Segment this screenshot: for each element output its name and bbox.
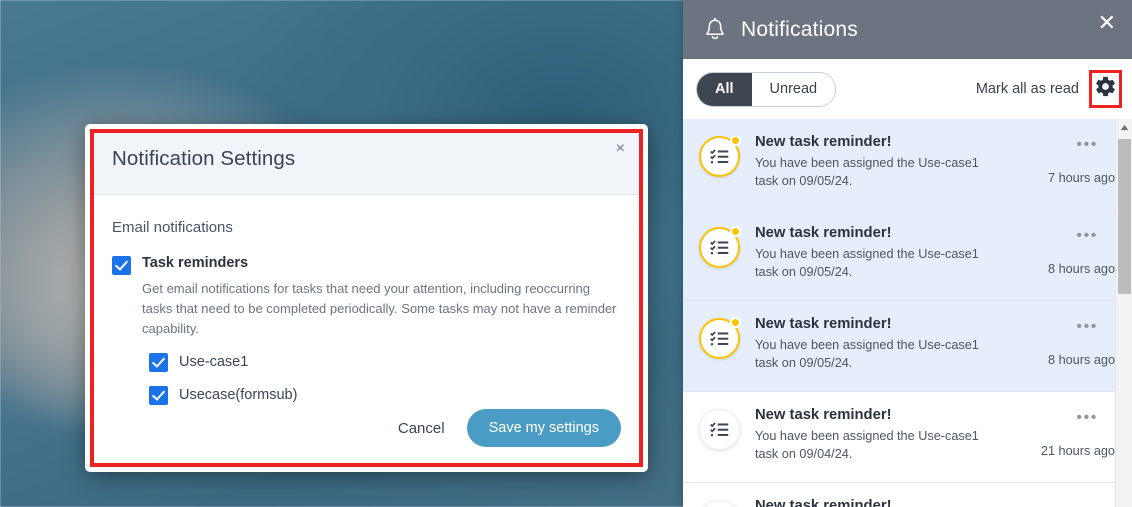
task-checklist-icon: [699, 226, 741, 268]
notification-menu-icon[interactable]: •••: [1076, 319, 1098, 335]
notification-timestamp: 7 hours ago: [1047, 171, 1115, 185]
notification-text: You have been assigned the Use-case1 tas…: [755, 338, 979, 370]
notification-title: New task reminder!: [755, 498, 892, 507]
use-case1-label: Use-case1: [179, 354, 249, 370]
task-reminders-row: Task reminders: [112, 255, 621, 275]
task-reminders-label: Task reminders: [142, 255, 249, 271]
notification-settings-dialog: Notification Settings × Email notificati…: [85, 124, 648, 472]
mark-all-as-read-button[interactable]: Mark all as read: [976, 81, 1079, 97]
usecase-formsub-label: Usecase(formsub): [179, 387, 298, 403]
dialog-body: Email notifications Task reminders Get e…: [94, 195, 639, 405]
notification-timestamp: 8 hours ago: [1047, 353, 1115, 367]
list-item-body: New task reminder!: [755, 498, 1116, 507]
tab-all[interactable]: All: [697, 72, 752, 106]
notification-title: New task reminder!: [755, 316, 892, 332]
sub-option-row-0: Use-case1: [149, 339, 621, 372]
dialog-highlight-frame: Notification Settings × Email notificati…: [90, 129, 643, 467]
list-item[interactable]: New task reminder!: [683, 483, 1132, 507]
unread-dot-icon: [730, 317, 741, 328]
settings-gear-button[interactable]: [1089, 70, 1122, 108]
notification-text: You have been assigned the Use-case1 tas…: [755, 156, 979, 188]
task-reminders-description: Get email notifications for tasks that n…: [142, 281, 617, 336]
notification-menu-icon[interactable]: •••: [1076, 228, 1098, 244]
gear-icon: [1094, 75, 1117, 103]
notifications-list[interactable]: New task reminder! You have been assigne…: [683, 119, 1132, 507]
task-reminders-checkbox[interactable]: [112, 256, 131, 275]
use-case1-checkbox[interactable]: [149, 353, 168, 372]
app-screen: Notification Settings × Email notificati…: [0, 0, 1132, 507]
email-notifications-label: Email notifications: [112, 219, 233, 236]
notification-timestamp: 21 hours ago: [1040, 444, 1115, 458]
save-my-settings-button[interactable]: Save my settings: [466, 409, 621, 447]
notification-title: New task reminder!: [755, 134, 892, 150]
list-item-body: New task reminder! You have been assigne…: [755, 316, 1116, 377]
notification-title: New task reminder!: [755, 225, 892, 241]
list-item[interactable]: New task reminder! You have been assigne…: [683, 301, 1132, 392]
list-item[interactable]: New task reminder! You have been assigne…: [683, 210, 1132, 301]
notification-text: You have been assigned the Use-case1 tas…: [755, 247, 979, 279]
close-icon[interactable]: ×: [616, 141, 625, 157]
panel-toolbar: All Unread Mark all as read: [683, 59, 1132, 119]
dialog-actions: Cancel Save my settings: [384, 409, 621, 447]
dialog-header: Notification Settings ×: [94, 133, 639, 195]
unread-dot-icon: [730, 226, 741, 237]
filter-segmented-control: All Unread: [696, 71, 837, 107]
bell-icon: [703, 17, 727, 43]
unread-dot-icon: [730, 135, 741, 146]
usecase-formsub-checkbox[interactable]: [149, 386, 168, 405]
list-item-body: New task reminder! You have been assigne…: [755, 407, 1116, 468]
scroll-up-arrow-icon[interactable]: [1116, 119, 1132, 136]
scrollbar-thumb[interactable]: [1118, 139, 1131, 294]
list-item-body: New task reminder! You have been assigne…: [755, 225, 1116, 286]
tab-unread[interactable]: Unread: [751, 72, 836, 106]
notification-menu-icon[interactable]: •••: [1076, 410, 1098, 426]
list-item-body: New task reminder! You have been assigne…: [755, 134, 1116, 195]
notifications-panel: Notifications ✕ All Unread Mark all as r…: [683, 0, 1132, 507]
task-checklist-icon: [699, 135, 741, 177]
list-item[interactable]: New task reminder! You have been assigne…: [683, 119, 1132, 210]
notification-title: New task reminder!: [755, 407, 892, 423]
list-scrollbar[interactable]: [1115, 119, 1132, 507]
task-checklist-icon: [699, 500, 740, 507]
dialog-title: Notification Settings: [112, 147, 296, 170]
notification-text: You have been assigned the Use-case1 tas…: [755, 429, 979, 461]
task-checklist-icon: [699, 409, 740, 450]
task-checklist-icon: [699, 317, 741, 359]
notification-timestamp: 8 hours ago: [1047, 262, 1115, 276]
cancel-button[interactable]: Cancel: [384, 412, 459, 445]
panel-title: Notifications: [741, 17, 858, 41]
sub-option-row-1: Usecase(formsub): [149, 372, 621, 405]
notification-menu-icon[interactable]: •••: [1076, 137, 1098, 153]
panel-close-icon[interactable]: ✕: [1098, 12, 1116, 34]
list-item[interactable]: New task reminder! You have been assigne…: [683, 392, 1132, 483]
panel-header: Notifications ✕: [683, 0, 1132, 59]
